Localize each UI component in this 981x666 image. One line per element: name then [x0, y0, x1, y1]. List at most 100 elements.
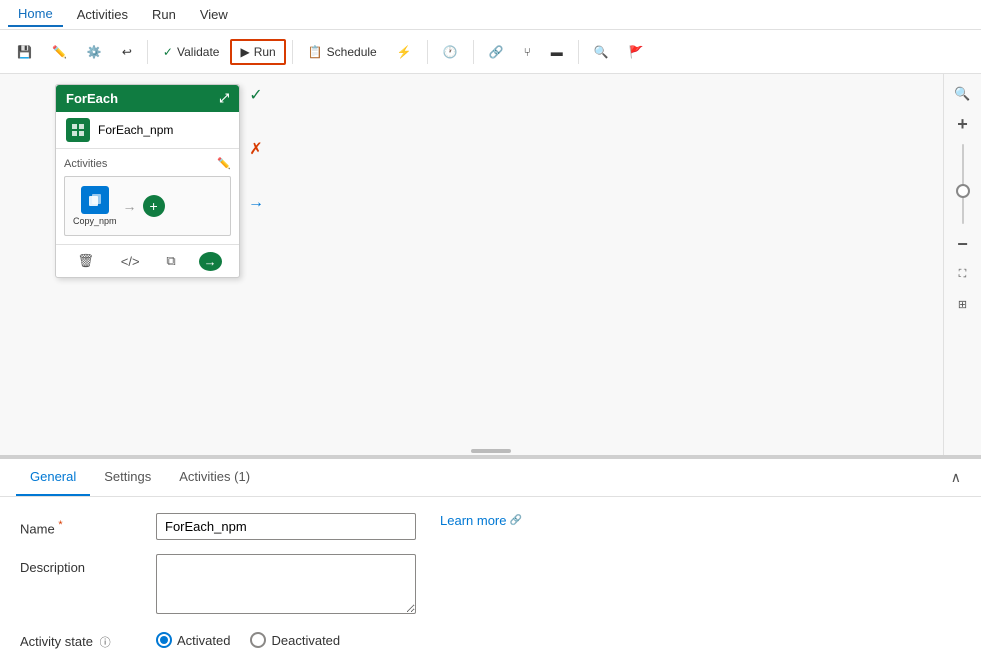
branch-icon: ⑂	[524, 45, 531, 59]
description-label: Description	[20, 554, 140, 575]
menu-activities[interactable]: Activities	[67, 3, 138, 26]
zoom-slider-thumb[interactable]	[956, 184, 970, 198]
edit-button[interactable]: ✏️	[43, 40, 76, 64]
deactivated-radio[interactable]	[250, 632, 266, 648]
activities-header: Activities ✏️	[64, 157, 231, 170]
gear-icon: ⚙️	[87, 45, 102, 59]
activated-option[interactable]: Activated	[156, 632, 230, 648]
side-panel: 🔍 + − ⛶ ⊞	[943, 74, 981, 455]
name-required-marker: *	[58, 519, 62, 531]
foreach-title-row: ForEach_npm	[56, 112, 239, 149]
zoom-in-icon[interactable]: +	[949, 110, 977, 138]
box-button[interactable]: ▬	[542, 40, 572, 64]
activities-label: Activities	[64, 158, 107, 170]
history-icon: 🕐	[443, 45, 458, 59]
undo-icon: ↩	[122, 45, 132, 59]
status-icon-3: →	[245, 192, 267, 214]
search-toolbar-button[interactable]: 🔍	[585, 40, 618, 64]
foreach-node-icon	[66, 118, 90, 142]
foreach-header: ForEach ⤢	[56, 85, 239, 112]
delete-icon[interactable]: 🗑	[73, 251, 98, 271]
foreach-footer: 🗑 </> ⧉ →	[56, 244, 239, 277]
run-button[interactable]: ▶ Run	[230, 39, 285, 65]
description-input[interactable]	[156, 554, 416, 614]
bottom-tabs: General Settings Activities (1) ∧	[0, 459, 981, 497]
copy-npm-label: Copy_npm	[73, 216, 117, 226]
menu-view[interactable]: View	[190, 3, 238, 26]
search-zoom-icon[interactable]: 🔍	[949, 80, 977, 108]
run-icon: ▶	[240, 45, 249, 59]
activated-radio[interactable]	[156, 632, 172, 648]
properties-panel: Name * Learn more 🔗 Description Activity…	[0, 497, 981, 666]
name-row: Name * Learn more 🔗	[20, 513, 961, 540]
flag-icon: 🚩	[629, 45, 644, 59]
copy-npm-node[interactable]: Copy_npm	[73, 186, 117, 226]
lightning-icon: ⚡	[397, 45, 412, 59]
activity-state-row: Activity state ⓘ Activated Deactivated	[20, 628, 961, 650]
deactivated-label: Deactivated	[271, 633, 340, 648]
tab-activities[interactable]: Activities (1)	[165, 459, 264, 496]
check-icon: ✓	[163, 45, 173, 59]
lightning-button[interactable]: ⚡	[388, 40, 421, 64]
run-label: Run	[254, 45, 276, 59]
collapse-bar	[471, 449, 511, 453]
activated-label: Activated	[177, 633, 230, 648]
external-link-icon: 🔗	[509, 515, 521, 526]
branch-button[interactable]: ⑂	[515, 40, 540, 64]
validate-button[interactable]: ✓ Validate	[154, 40, 229, 64]
learn-more-link[interactable]: Learn more 🔗	[440, 513, 522, 528]
activity-state-info-icon[interactable]: ⓘ	[100, 637, 111, 649]
collapse-panel-button[interactable]: ∧	[947, 465, 965, 490]
menu-bar: Home Activities Run View	[0, 0, 981, 30]
activities-canvas: Copy_npm → +	[64, 176, 231, 236]
canvas-area[interactable]: ForEach ⤢ ForEach_npm Activities ✏️	[0, 74, 981, 457]
foreach-node-name: ForEach_npm	[98, 123, 173, 137]
code-icon[interactable]: </>	[117, 252, 144, 271]
save-icon: 💾	[17, 45, 32, 59]
add-activity-button[interactable]: +	[143, 195, 165, 217]
tab-general[interactable]: General	[16, 459, 90, 496]
description-row: Description	[20, 554, 961, 614]
menu-run[interactable]: Run	[142, 3, 186, 26]
foreach-expand-icon[interactable]: ⤢	[219, 91, 229, 106]
box-icon: ▬	[551, 45, 563, 59]
schedule-icon: 📋	[308, 45, 323, 59]
separator-2	[292, 40, 293, 64]
history-button[interactable]: 🕐	[434, 40, 467, 64]
name-input[interactable]	[156, 513, 416, 540]
foreach-title: ForEach	[66, 91, 118, 106]
tab-settings[interactable]: Settings	[90, 459, 165, 496]
schedule-button[interactable]: 📋 Schedule	[299, 40, 386, 64]
status-icon-1: ✓	[245, 84, 267, 106]
status-icons: ✓ ✗ →	[245, 74, 267, 214]
edit-activities-icon[interactable]: ✏️	[217, 157, 231, 170]
settings-button[interactable]: ⚙️	[78, 40, 111, 64]
flag-button[interactable]: 🚩	[620, 40, 653, 64]
grid-icon[interactable]: ⊞	[949, 290, 977, 318]
connect-icon: 🔗	[489, 45, 504, 59]
save-button[interactable]: 💾	[8, 40, 41, 64]
arrow-connector: →	[123, 198, 137, 214]
activity-state-label: Activity state ⓘ	[20, 628, 140, 650]
zoom-slider-track[interactable]	[962, 144, 964, 224]
fit-to-window-icon[interactable]: ⛶	[949, 260, 977, 288]
bottom-panel: General Settings Activities (1) ∧ Name *…	[0, 457, 981, 666]
separator-1	[147, 40, 148, 64]
name-label: Name *	[20, 513, 140, 536]
validate-label: Validate	[177, 45, 219, 59]
navigate-icon[interactable]: →	[199, 252, 222, 271]
menu-home[interactable]: Home	[8, 2, 63, 27]
copy-icon[interactable]: ⧉	[162, 251, 179, 271]
learn-more-label: Learn more	[440, 513, 506, 528]
zoom-out-icon[interactable]: −	[949, 230, 977, 258]
main-area: ForEach ⤢ ForEach_npm Activities ✏️	[0, 74, 981, 666]
separator-4	[473, 40, 474, 64]
connect-button[interactable]: 🔗	[480, 40, 513, 64]
deactivated-option[interactable]: Deactivated	[250, 632, 340, 648]
copy-npm-icon	[81, 186, 109, 214]
collapse-handle[interactable]	[469, 447, 513, 455]
undo-button[interactable]: ↩	[113, 40, 141, 64]
bottom-tabs-left: General Settings Activities (1)	[16, 459, 264, 496]
foreach-node[interactable]: ForEach ⤢ ForEach_npm Activities ✏️	[55, 84, 240, 278]
edit-icon: ✏️	[52, 45, 67, 59]
